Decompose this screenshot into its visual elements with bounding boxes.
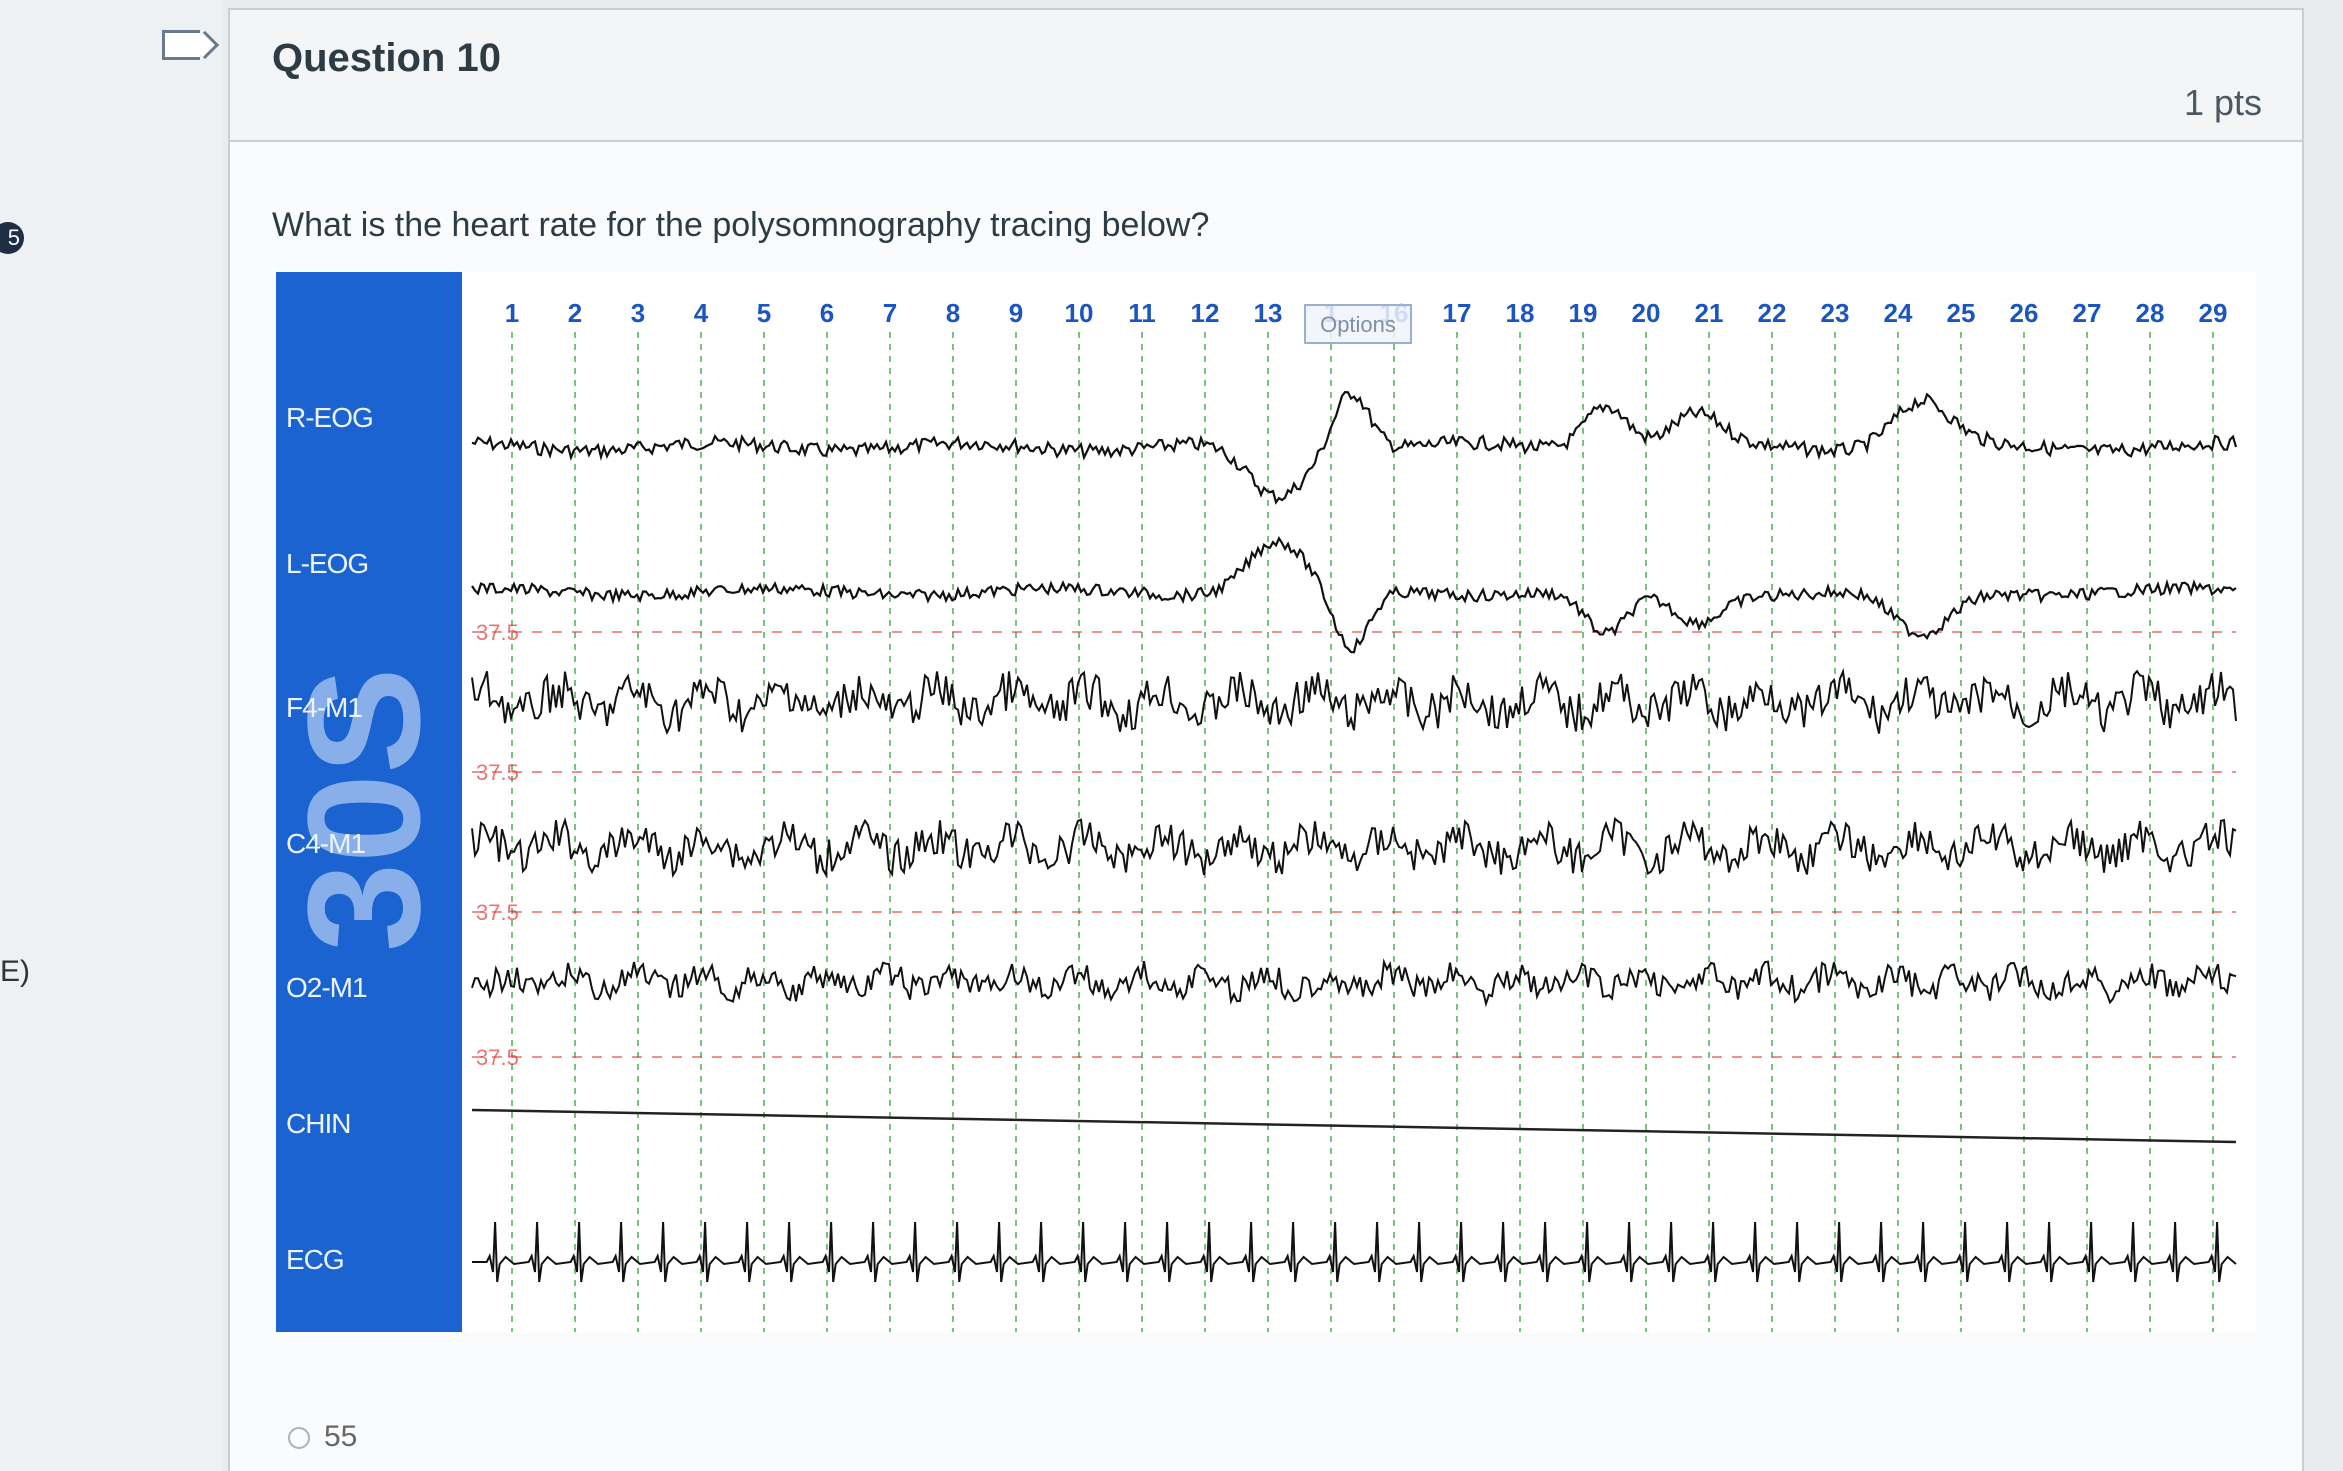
flag-question-icon[interactable] — [162, 30, 200, 60]
channel-label-f4-m1: F4-M1 — [286, 692, 363, 723]
question-title: Question 10 — [272, 36, 501, 80]
r-eog-waveform — [471, 390, 2238, 505]
second-marker-label: 17 — [1443, 298, 1472, 328]
second-marker-label: 29 — [2199, 298, 2228, 328]
second-marker-label: 25 — [1947, 298, 1976, 328]
question-header: Question 10 1 pts — [230, 10, 2302, 142]
second-marker-label: 20 — [1632, 298, 1661, 328]
second-marker-label: 3 — [631, 298, 645, 328]
c4-m1-waveform — [471, 816, 2237, 879]
second-marker-label: 2 — [568, 298, 582, 328]
sidebar-strip: 5 E) — [0, 0, 222, 1471]
second-marker-label: 9 — [1009, 298, 1023, 328]
channel-label-c4-m1: C4-M1 — [286, 828, 366, 859]
second-marker-label: 8 — [946, 298, 960, 328]
answer-radio[interactable] — [288, 1427, 310, 1450]
second-marker-label: 1 — [505, 298, 519, 328]
side-letter: E) — [0, 955, 30, 988]
answer-option-label: 55 — [324, 1420, 358, 1453]
second-marker-label: 4 — [694, 298, 709, 328]
second-marker-label: 23 — [1821, 298, 1850, 328]
second-marker-label: 11 — [1128, 298, 1156, 328]
channel-label-chin: CHIN — [286, 1108, 351, 1139]
tracing-canvas: 1234567891011121311617181920212223242526… — [471, 298, 2238, 1332]
chin-waveform — [471, 1108, 2237, 1144]
second-marker-label: 21 — [1695, 298, 1724, 328]
polysomnography-tracing: 1234567891011121311617181920212223242526… — [274, 272, 2256, 1332]
second-marker-label: 5 — [757, 298, 771, 328]
channel-label-l-eog: L-EOG — [286, 548, 369, 579]
second-marker-label: 13 — [1254, 298, 1283, 328]
scale-label: 37.5 — [476, 760, 519, 785]
scale-label: 37.5 — [476, 620, 519, 645]
second-marker-label: 12 — [1191, 298, 1220, 328]
second-marker-label: 10 — [1065, 298, 1094, 328]
second-marker-label: 6 — [820, 298, 834, 328]
question-points: 1 pts — [2183, 82, 2262, 123]
ecg-waveform — [472, 1221, 2237, 1283]
second-marker-label: 28 — [2136, 298, 2165, 328]
channel-label-o2-m1: O2-M1 — [286, 972, 368, 1003]
second-marker-label: 7 — [883, 298, 897, 328]
question-number-badge[interactable]: 5 — [0, 222, 24, 254]
options-button[interactable]: Options — [1304, 304, 1412, 344]
second-marker-label: 18 — [1506, 298, 1535, 328]
channel-label-ecg: ECG — [286, 1244, 345, 1275]
f4-m1-waveform — [471, 667, 2237, 736]
channel-label-panel: 30S R-EOG L-EOG F4-M1 C4-M1 O2-M1 CHIN E… — [274, 272, 462, 1332]
channel-label-r-eog: R-EOG — [286, 402, 374, 433]
second-marker-label: 19 — [1569, 298, 1598, 328]
scale-label: 37.5 — [476, 1045, 519, 1070]
l-eog-waveform — [471, 535, 2237, 654]
answer-option[interactable]: 55 — [288, 1420, 357, 1454]
second-marker-label: 27 — [2073, 298, 2102, 328]
question-text: What is the heart rate for the polysomno… — [272, 206, 1210, 244]
scale-label: 37.5 — [476, 900, 519, 925]
second-marker-label: 22 — [1758, 298, 1787, 328]
o2-m1-waveform — [471, 958, 2237, 1008]
second-marker-label: 26 — [2010, 298, 2039, 328]
second-marker-label: 24 — [1884, 298, 1913, 328]
